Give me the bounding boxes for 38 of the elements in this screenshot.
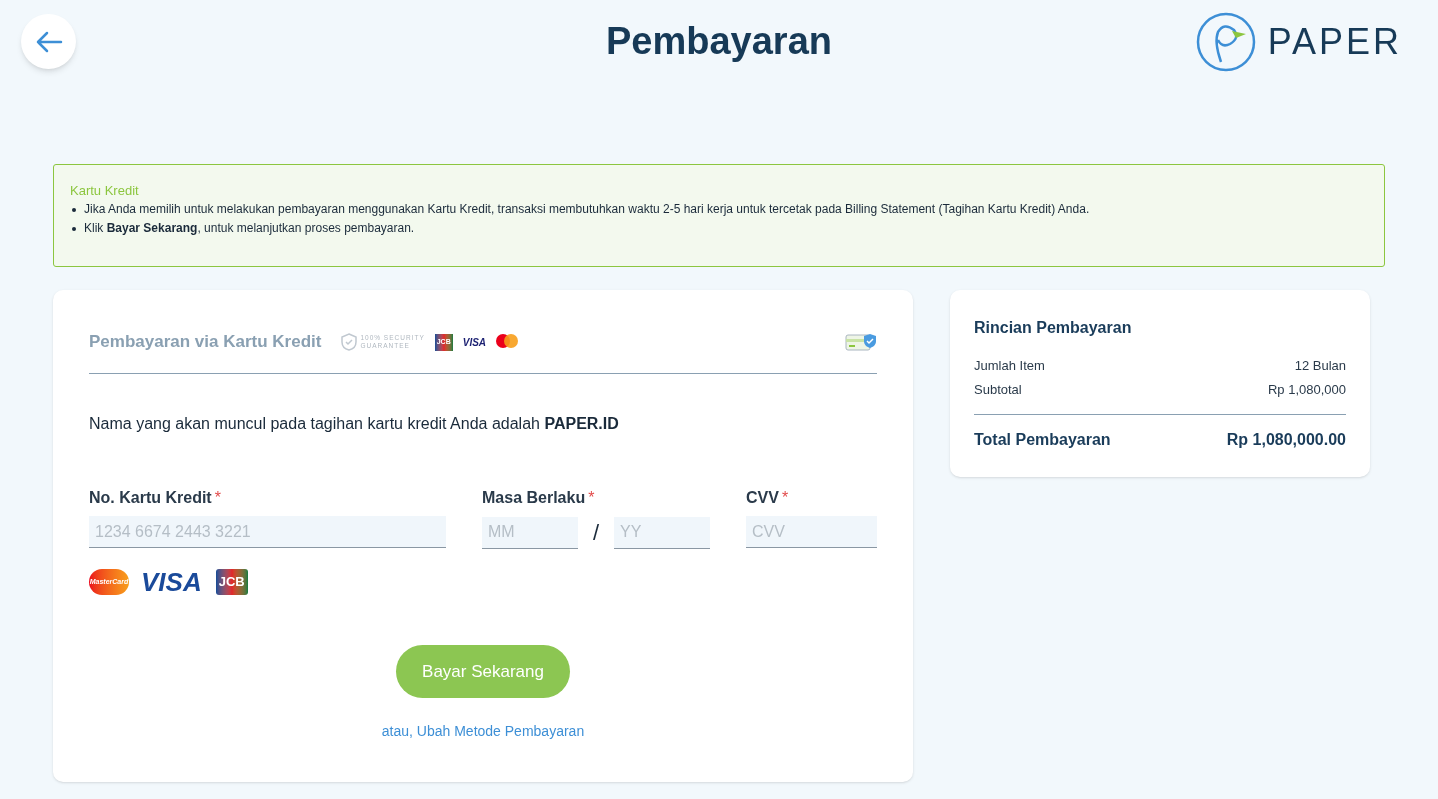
required-asterisk: *	[214, 488, 221, 508]
summary-label: Subtotal	[974, 381, 1022, 399]
visa-logo: VISA	[141, 569, 202, 595]
pay-now-button[interactable]: Bayar Sekarang	[396, 645, 570, 698]
logo-text: PAPER	[1267, 20, 1402, 64]
logo-icon	[1195, 12, 1256, 72]
bullet-icon	[72, 227, 76, 231]
required-asterisk: *	[588, 488, 595, 508]
bullet-icon	[72, 208, 76, 212]
section-title: Pembayaran via Kartu Kredit	[89, 331, 322, 354]
notice-text: Jika Anda memilih untuk melakukan pembayaran menggunakan Kartu Kredit, transaksi membutuhkan waktu 2-5 hari kerja untuk tercetak pada Billing Statement (Tagihan Kartu Kredit) Anda.	[84, 201, 1090, 218]
back-arrow-icon	[34, 30, 63, 53]
field-label: Masa Berlaku	[482, 488, 586, 508]
shield-icon	[341, 333, 358, 351]
field-label: CVV	[746, 488, 779, 508]
jcb-logo: JCB	[215, 569, 248, 595]
required-asterisk: *	[781, 488, 789, 508]
statement-text: Nama yang akan muncul pada tagihan kartu kredit Anda adalah PAPER.ID	[89, 414, 620, 434]
card-shield-icon	[845, 332, 877, 352]
summary-value: 12 Bulan	[1294, 357, 1346, 375]
summary-value: Rp 1,080,000	[1267, 381, 1346, 399]
input-field[interactable]: CVV	[746, 516, 877, 548]
date-separator: /	[591, 519, 601, 547]
change-method-link[interactable]: atau, Ubah Metode Pembayaran	[381, 721, 585, 742]
page-title: Pembayaran	[606, 18, 832, 64]
notice-text: Klik Bayar Sekarang, untuk melanjutkan proses pembayaran.	[84, 220, 415, 237]
input-field[interactable]: MM	[482, 516, 578, 549]
notice-title: Kartu Kredit	[70, 182, 140, 200]
input-field[interactable]: 1234 6674 2443 3221	[89, 516, 446, 548]
input-field[interactable]: YY	[614, 516, 710, 549]
total-label: Total Pembayaran	[974, 430, 1111, 450]
field-label: No. Kartu Kredit	[89, 488, 212, 508]
visa-logo: VISA	[462, 335, 487, 350]
total-value: Rp 1,080,000.00	[1226, 430, 1346, 450]
back-button[interactable]	[21, 14, 76, 69]
summary-title: Rincian Pembayaran	[974, 318, 1133, 338]
summary-label: Jumlah Item	[974, 357, 1045, 375]
mastercard-icon	[494, 333, 521, 351]
